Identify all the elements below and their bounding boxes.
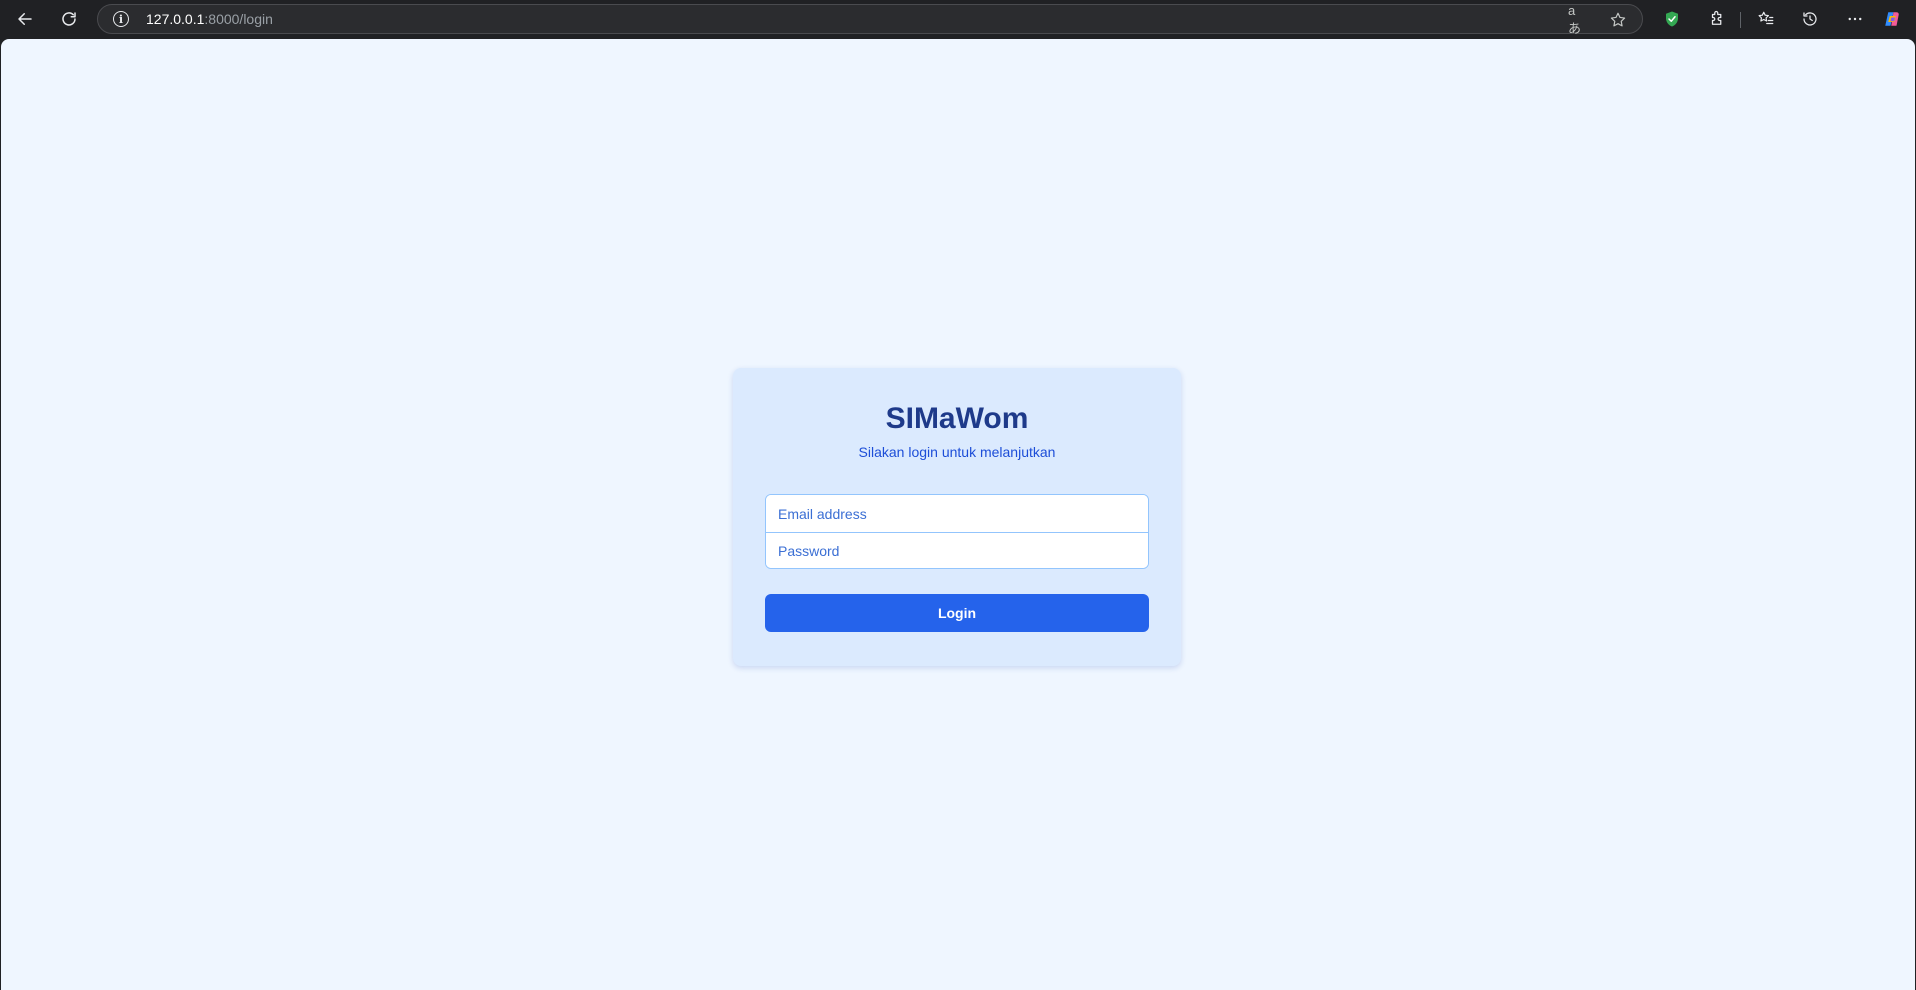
login-card: SIMaWom Silakan login untuk melanjutkan … [733,368,1181,666]
copilot-icon[interactable] [1880,7,1904,31]
url-host: 127.0.0.1 [146,11,205,27]
back-arrow-icon[interactable] [10,4,40,34]
read-aloud-icon[interactable]: aあ [1568,3,1588,36]
browser-toolbar: i 127.0.0.1:8000/login aあ [0,0,1916,38]
url-text[interactable]: 127.0.0.1:8000/login [146,11,273,27]
email-field[interactable] [766,495,1148,532]
login-subtitle: Silakan login untuk melanjutkan [858,444,1056,460]
page-viewport: SIMaWom Silakan login untuk melanjutkan … [1,39,1915,990]
login-button[interactable]: Login [765,594,1149,632]
toolbar-separator [1740,12,1741,28]
url-path: :8000/login [204,11,273,27]
extensions-puzzle-icon[interactable] [1705,7,1729,31]
favorites-list-icon[interactable] [1754,7,1778,31]
reload-icon[interactable] [54,4,84,34]
credentials-input-group [765,494,1149,569]
favorite-star-icon[interactable] [1608,10,1628,30]
address-bar[interactable]: i 127.0.0.1:8000/login aあ [97,3,1643,36]
more-options-icon[interactable] [1843,7,1867,31]
password-field[interactable] [766,532,1148,568]
app-title: SIMaWom [885,402,1029,435]
site-info-icon[interactable]: i [113,11,129,27]
shield-icon[interactable] [1660,7,1684,31]
history-icon[interactable] [1798,7,1822,31]
